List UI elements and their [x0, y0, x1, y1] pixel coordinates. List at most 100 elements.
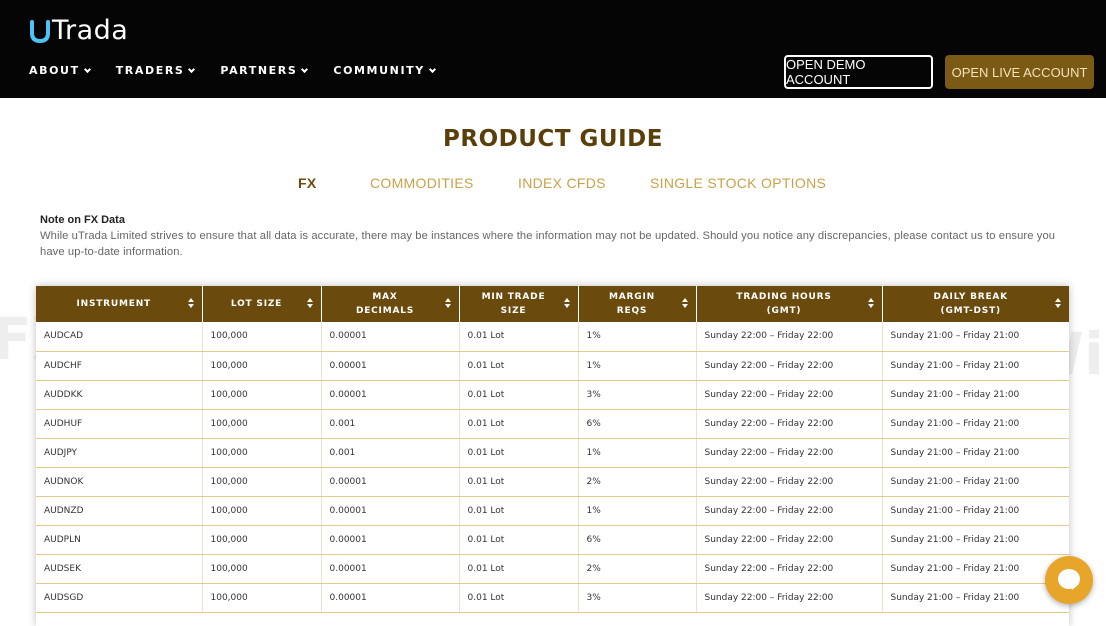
column-header-min-trade-size[interactable]: MIN TRADE SIZE — [459, 286, 579, 322]
cell-min-trade-size: 0.01 Lot — [459, 583, 579, 613]
cell-min-trade-size: 0.01 Lot — [459, 554, 579, 584]
sort-icon[interactable] — [306, 298, 313, 310]
cell-lot-size: 100,000 — [202, 438, 322, 468]
tab-single-stock-options[interactable]: SINGLE STOCK OPTIONS — [650, 175, 826, 191]
table-row: AUDHUF 100,000 0.001 0.01 Lot 6% Sunday 22:00… — [36, 409, 1069, 439]
tab-commodities[interactable]: COMMODITIES — [370, 175, 474, 191]
table-row: AUDSGD 100,000 0.00001 0.01 Lot 3% Sunday 22:… — [36, 583, 1069, 613]
cell-instrument: AUDSGD — [36, 583, 203, 613]
chat-button[interactable] — [1045, 556, 1093, 604]
column-header-daily-break[interactable]: DAILY BREAK (GMT-DST) — [882, 286, 1069, 322]
table-row: AUDNZD 100,000 0.00001 0.01 Lot 1% Sunday 22:… — [36, 496, 1069, 526]
cell-daily-break: Sunday 21:00 – Friday 21:00 — [882, 554, 1069, 584]
tab-index-cfds[interactable]: INDEX CFDS — [518, 175, 606, 191]
cell-instrument: AUDHUF — [36, 409, 203, 439]
cell-min-trade-size: 0.01 Lot — [459, 322, 579, 352]
column-header-label: LOT SIZE — [230, 299, 283, 309]
cell-max-decimals: 0.00001 — [321, 351, 460, 381]
nav-community[interactable]: COMMUNITY — [333, 64, 436, 77]
column-header-label: TRADING HOURS — [736, 292, 832, 302]
cell-max-decimals: 0.00001 — [321, 322, 460, 352]
open-live-account-button[interactable]: OPEN LIVE ACCOUNT — [945, 55, 1094, 89]
cell-instrument: AUDPLN — [36, 525, 203, 555]
column-header-label: DAILY BREAK — [933, 292, 1008, 302]
cell-max-decimals: 0.00001 — [321, 525, 460, 555]
cell-trading-hours: Sunday 22:00 – Friday 22:00 — [696, 322, 883, 352]
cell-max-decimals: 0.001 — [321, 409, 460, 439]
cell-margin-reqs: 1% — [578, 351, 697, 381]
column-header-max-decimals[interactable]: MAX DECIMALS — [321, 286, 460, 322]
tab-fx[interactable]: FX — [298, 175, 317, 191]
cell-margin-reqs: 3% — [578, 583, 697, 613]
cell-trading-hours: Sunday 22:00 – Friday 22:00 — [696, 351, 883, 381]
nav-community-label: COMMUNITY — [333, 64, 425, 77]
sort-icon[interactable] — [681, 298, 688, 310]
chat-bubble-tail — [1072, 584, 1079, 590]
cell-max-decimals: 0.001 — [321, 438, 460, 468]
cell-lot-size: 100,000 — [202, 554, 322, 584]
table-row: AUDCAD 100,000 0.00001 0.01 Lot 1% Sunday 22:… — [36, 322, 1069, 352]
sort-icon[interactable] — [563, 298, 570, 310]
table-row: AUDNOK 100,000 0.00001 0.01 Lot 2% Sunday 22:… — [36, 467, 1069, 497]
nav-about[interactable]: ABOUT — [29, 64, 91, 77]
cell-instrument: AUDNOK — [36, 467, 203, 497]
sort-icon[interactable] — [867, 298, 874, 310]
chevron-down-icon — [301, 65, 309, 73]
cell-trading-hours: Sunday 22:00 – Friday 22:00 — [696, 525, 883, 555]
cell-daily-break: Sunday 21:00 – Friday 21:00 — [882, 380, 1069, 410]
cell-trading-hours: Sunday 22:00 – Friday 22:00 — [696, 409, 883, 439]
fx-table-container: INSTRUMENT LOT SIZE MAX DECIMALS MIN TRADE SI… — [36, 286, 1069, 626]
cell-margin-reqs: 2% — [578, 554, 697, 584]
cell-max-decimals: 0.00001 — [321, 467, 460, 497]
page-title: PRODUCT GUIDE — [443, 126, 663, 152]
cell-lot-size: 100,000 — [202, 322, 322, 352]
cell-margin-reqs: 3% — [578, 380, 697, 410]
cell-lot-size: 100,000 — [202, 525, 322, 555]
column-header-sublabel: (GMT) — [766, 306, 802, 316]
cell-max-decimals: 0.00001 — [321, 380, 460, 410]
nav-partners-label: PARTNERS — [220, 64, 298, 77]
site-header: Trada ABOUT TRADERS PARTNERS COMMUNITY O… — [0, 0, 1106, 98]
cell-daily-break: Sunday 21:00 – Friday 21:00 — [882, 351, 1069, 381]
column-header-margin-reqs[interactable]: MARGIN REQS — [578, 286, 697, 322]
cell-min-trade-size: 0.01 Lot — [459, 467, 579, 497]
cell-lot-size: 100,000 — [202, 409, 322, 439]
cell-margin-reqs: 2% — [578, 467, 697, 497]
fx-table: INSTRUMENT LOT SIZE MAX DECIMALS MIN TRADE SI… — [36, 286, 1069, 613]
nav-traders[interactable]: TRADERS — [115, 64, 196, 77]
cell-daily-break: Sunday 21:00 – Friday 21:00 — [882, 496, 1069, 526]
cell-min-trade-size: 0.01 Lot — [459, 351, 579, 381]
table-row: AUDDKK 100,000 0.00001 0.01 Lot 3% Sunday 22:… — [36, 380, 1069, 410]
cell-instrument: AUDCHF — [36, 351, 203, 381]
column-header-instrument[interactable]: INSTRUMENT — [36, 286, 203, 322]
open-demo-account-button[interactable]: OPEN DEMO ACCOUNT — [784, 55, 933, 89]
column-header-label: MARGIN — [609, 292, 655, 302]
utrada-logo[interactable]: Trada — [30, 15, 128, 47]
cell-margin-reqs: 6% — [578, 409, 697, 439]
table-row: AUDPLN 100,000 0.00001 0.01 Lot 6% Sunday 22:… — [36, 525, 1069, 555]
sort-icon[interactable] — [187, 298, 194, 310]
cell-instrument: AUDCAD — [36, 322, 203, 352]
column-header-label: MIN TRADE — [481, 292, 546, 302]
chevron-down-icon — [188, 65, 196, 73]
cell-daily-break: Sunday 21:00 – Friday 21:00 — [882, 467, 1069, 497]
cell-instrument: AUDSEK — [36, 554, 203, 584]
cell-max-decimals: 0.00001 — [321, 583, 460, 613]
sort-icon[interactable] — [444, 298, 451, 310]
column-header-trading-hours[interactable]: TRADING HOURS (GMT) — [696, 286, 883, 322]
cell-max-decimals: 0.00001 — [321, 496, 460, 526]
nav-traders-label: TRADERS — [115, 64, 185, 77]
note-title: Note on FX Data — [40, 214, 125, 226]
table-row: AUDSEK 100,000 0.00001 0.01 Lot 2% Sunday 22:… — [36, 554, 1069, 584]
cell-daily-break: Sunday 21:00 – Friday 21:00 — [882, 583, 1069, 613]
logo-u-icon — [30, 20, 50, 43]
nav-partners[interactable]: PARTNERS — [220, 64, 309, 77]
product-tabs: FX COMMODITIES INDEX CFDS SINGLE STOCK O… — [0, 175, 1106, 193]
column-header-lot-size[interactable]: LOT SIZE — [202, 286, 322, 322]
cell-min-trade-size: 0.01 Lot — [459, 438, 579, 468]
column-header-sublabel: (GMT-DST) — [940, 306, 1001, 316]
sort-icon[interactable] — [1055, 298, 1061, 310]
cell-lot-size: 100,000 — [202, 467, 322, 497]
cell-lot-size: 100,000 — [202, 496, 322, 526]
cell-daily-break: Sunday 21:00 – Friday 21:00 — [882, 409, 1069, 439]
